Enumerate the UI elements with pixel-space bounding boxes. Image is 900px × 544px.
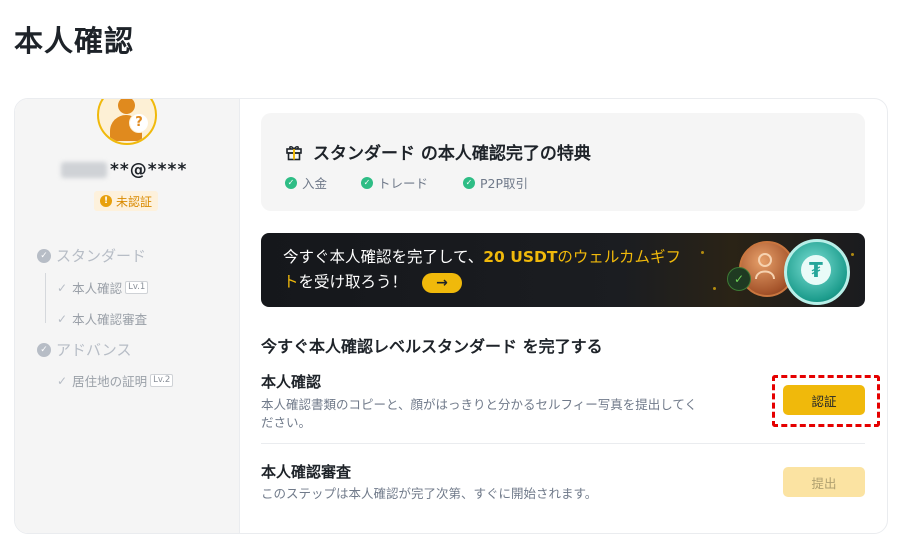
substep-label: 本人確認 — [72, 281, 123, 296]
step-standard: ✓ スタンダード — [37, 245, 146, 266]
check-circle-icon: ✓ — [37, 248, 51, 263]
sparkle-decoration — [713, 287, 716, 290]
check-icon: ✓ — [285, 176, 297, 189]
sparkle-decoration — [851, 253, 854, 256]
sparkle-decoration — [701, 251, 704, 254]
substep-label: 本人確認審査 — [72, 312, 148, 327]
person-icon — [755, 253, 775, 280]
task-title: 本人確認 — [261, 373, 322, 391]
step-connector — [45, 273, 46, 323]
check-icon: ✓ — [463, 176, 475, 189]
avatar-head — [118, 99, 135, 114]
gift-icon — [286, 145, 302, 160]
substep-review: ✓ 本人確認審査 — [57, 309, 147, 328]
promo-gift-text: のウェルカムギフ — [557, 248, 681, 266]
masked-email: **@**** — [110, 160, 188, 180]
usdt-coin-icon: ₮ — [784, 239, 850, 305]
verify-button[interactable]: 認証 — [783, 385, 865, 415]
benefits-title: スタンダード の本人確認完了の特典 — [285, 139, 591, 164]
check-icon: ✓ — [57, 280, 68, 295]
submit-button[interactable]: 提出 — [783, 467, 865, 497]
benefit-label: P2P取引 — [480, 176, 529, 191]
benefits-panel: スタンダード の本人確認完了の特典 ✓ 入金 ✓ トレード ✓ P2P取引 — [261, 113, 865, 211]
substep-label: 居住地の証明 — [72, 374, 148, 389]
blurred-email-prefix — [61, 162, 107, 178]
step-label: アドバンス — [56, 341, 132, 359]
step-advance: ✓ アドバンス — [37, 339, 131, 360]
check-icon: ✓ — [57, 311, 68, 326]
promo-gift-text-end: ト — [283, 273, 299, 291]
step-label: スタンダード — [56, 247, 147, 265]
verification-card: ? **@**** ! 未認証 ✓ スタンダード ✓ 本人確認 Lv.1 ✓ 本… — [14, 98, 888, 534]
sidebar: ? **@**** ! 未認証 ✓ スタンダード ✓ 本人確認 Lv.1 ✓ 本… — [15, 99, 240, 533]
question-icon: ? — [129, 113, 149, 133]
check-icon: ✓ — [361, 176, 373, 189]
arrow-right-icon[interactable]: → — [421, 272, 462, 293]
benefit-label: トレード — [378, 176, 429, 191]
page-title: 本人確認 — [14, 24, 135, 58]
benefit-item: ✓ P2P取引 — [463, 173, 528, 192]
task-title: 本人確認審査 — [261, 463, 352, 481]
level-badge: Lv.1 — [125, 281, 149, 294]
substep-residence: ✓ 居住地の証明 Lv.2 — [57, 371, 174, 390]
status-badge: ! 未認証 — [94, 191, 159, 211]
check-icon: ✓ — [57, 373, 68, 388]
benefit-item: ✓ トレード — [361, 173, 428, 192]
tether-icon: ₮ — [801, 255, 831, 285]
benefit-item: ✓ 入金 — [285, 173, 327, 192]
warning-icon: ! — [100, 195, 112, 207]
promo-banner[interactable]: 今すぐ本人確認を完了して、20 USDTのウェルカムギフ トを受け取ろう！ → … — [261, 233, 865, 307]
check-circle-icon: ✓ — [37, 342, 51, 357]
task-description: 本人確認書類のコピーと、顔がはっきりと分かるセルフィー写真を提出してください。 — [261, 397, 698, 430]
promo-highlight: 20 USDT — [483, 248, 558, 266]
substep-identity: ✓ 本人確認 Lv.1 — [57, 278, 149, 297]
promo-text-after: を受け取ろう！ — [298, 273, 408, 291]
task-description: このステップは本人確認が完了次第、すぐに開始されます。 — [261, 486, 598, 501]
account-email: **@**** — [61, 159, 187, 181]
avatar: ? — [97, 99, 157, 145]
benefit-label: 入金 — [302, 176, 328, 191]
level-badge: Lv.2 — [150, 374, 174, 387]
section-heading: 今すぐ本人確認レベルスタンダード を完了する — [261, 337, 603, 356]
status-text: 未認証 — [116, 194, 153, 209]
benefits-title-text: スタンダード の本人確認完了の特典 — [313, 144, 591, 164]
promo-text-before: 今すぐ本人確認を完了して、 — [283, 248, 484, 266]
check-coin-icon: ✓ — [727, 267, 751, 291]
promo-text: 今すぐ本人確認を完了して、20 USDTのウェルカムギフ トを受け取ろう！ → — [283, 245, 723, 295]
divider — [261, 443, 865, 444]
